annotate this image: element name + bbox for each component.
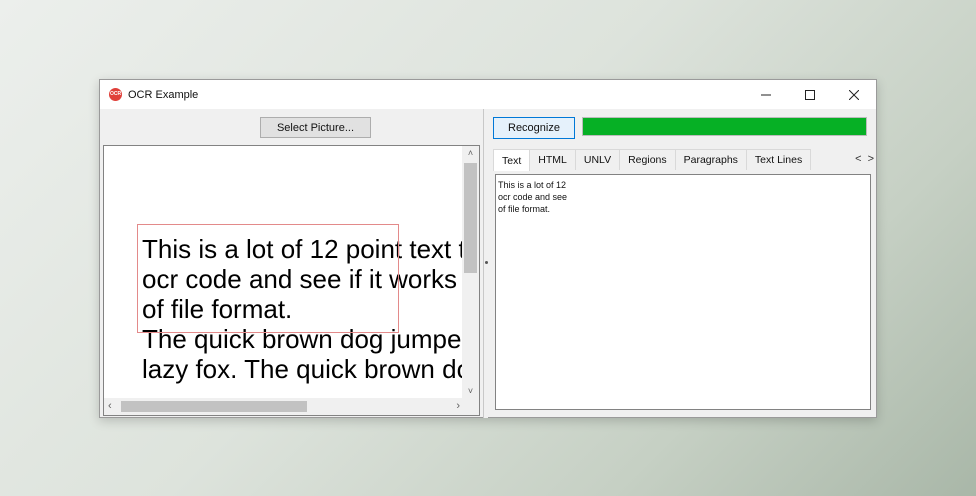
maximize-icon xyxy=(805,89,815,100)
ocr-region-highlight xyxy=(137,224,399,333)
scrollbar-corner xyxy=(462,398,479,415)
maximize-button[interactable] xyxy=(788,80,832,109)
minimize-icon xyxy=(761,94,771,95)
image-viewer[interactable]: This is a lot of 12 point text to test t… xyxy=(103,145,480,416)
tab-scroll-buttons: < > xyxy=(855,152,874,166)
vertical-scrollbar[interactable]: ˄ ˅ xyxy=(462,146,479,398)
window-title: OCR Example xyxy=(128,88,199,101)
scroll-down-icon[interactable]: ˅ xyxy=(462,386,479,396)
progress-fill xyxy=(583,118,866,135)
result-text: This is a lot of 12 ocr code and see of … xyxy=(498,180,568,214)
result-tabs: Text HTML UNLV Regions Paragraphs Text L… xyxy=(493,149,812,171)
recognize-button[interactable]: Recognize xyxy=(493,117,575,139)
app-icon-text: OCR xyxy=(109,91,122,97)
tab-regions[interactable]: Regions xyxy=(619,149,676,170)
result-text-area[interactable]: This is a lot of 12 ocr code and see of … xyxy=(495,174,871,410)
horizontal-scrollbar[interactable]: ‹ › xyxy=(104,398,464,415)
tab-scroll-left-icon[interactable]: < xyxy=(855,152,861,166)
progress-bar xyxy=(582,117,867,136)
tab-unlv[interactable]: UNLV xyxy=(574,149,621,170)
scroll-left-icon[interactable]: ‹ xyxy=(108,400,112,412)
document-line: lazy fox. The quick brown dog jumped xyxy=(142,354,479,384)
app-window: OCR OCR Example Select Picture... This i… xyxy=(99,79,877,418)
tab-paragraphs[interactable]: Paragraphs xyxy=(674,149,747,170)
horizontal-scroll-thumb[interactable] xyxy=(121,401,307,412)
title-bar: OCR OCR Example xyxy=(100,80,876,109)
vertical-scroll-thumb[interactable] xyxy=(464,163,477,273)
window-controls xyxy=(744,80,876,109)
left-pane: Select Picture... This is a lot of 12 po… xyxy=(100,109,483,418)
ocr-app-icon: OCR xyxy=(109,88,122,101)
tab-scroll-right-icon[interactable]: > xyxy=(868,152,874,166)
scroll-right-icon[interactable]: › xyxy=(456,400,460,412)
tab-text-lines[interactable]: Text Lines xyxy=(745,149,812,170)
scroll-up-icon[interactable]: ˄ xyxy=(462,148,479,158)
right-pane: Recognize Text HTML UNLV Regions Paragra… xyxy=(488,109,877,418)
select-picture-button[interactable]: Select Picture... xyxy=(260,117,371,138)
close-button[interactable] xyxy=(832,80,876,109)
minimize-button[interactable] xyxy=(744,80,788,109)
close-icon xyxy=(849,89,859,100)
tab-html[interactable]: HTML xyxy=(529,149,576,170)
tab-text[interactable]: Text xyxy=(493,149,531,171)
